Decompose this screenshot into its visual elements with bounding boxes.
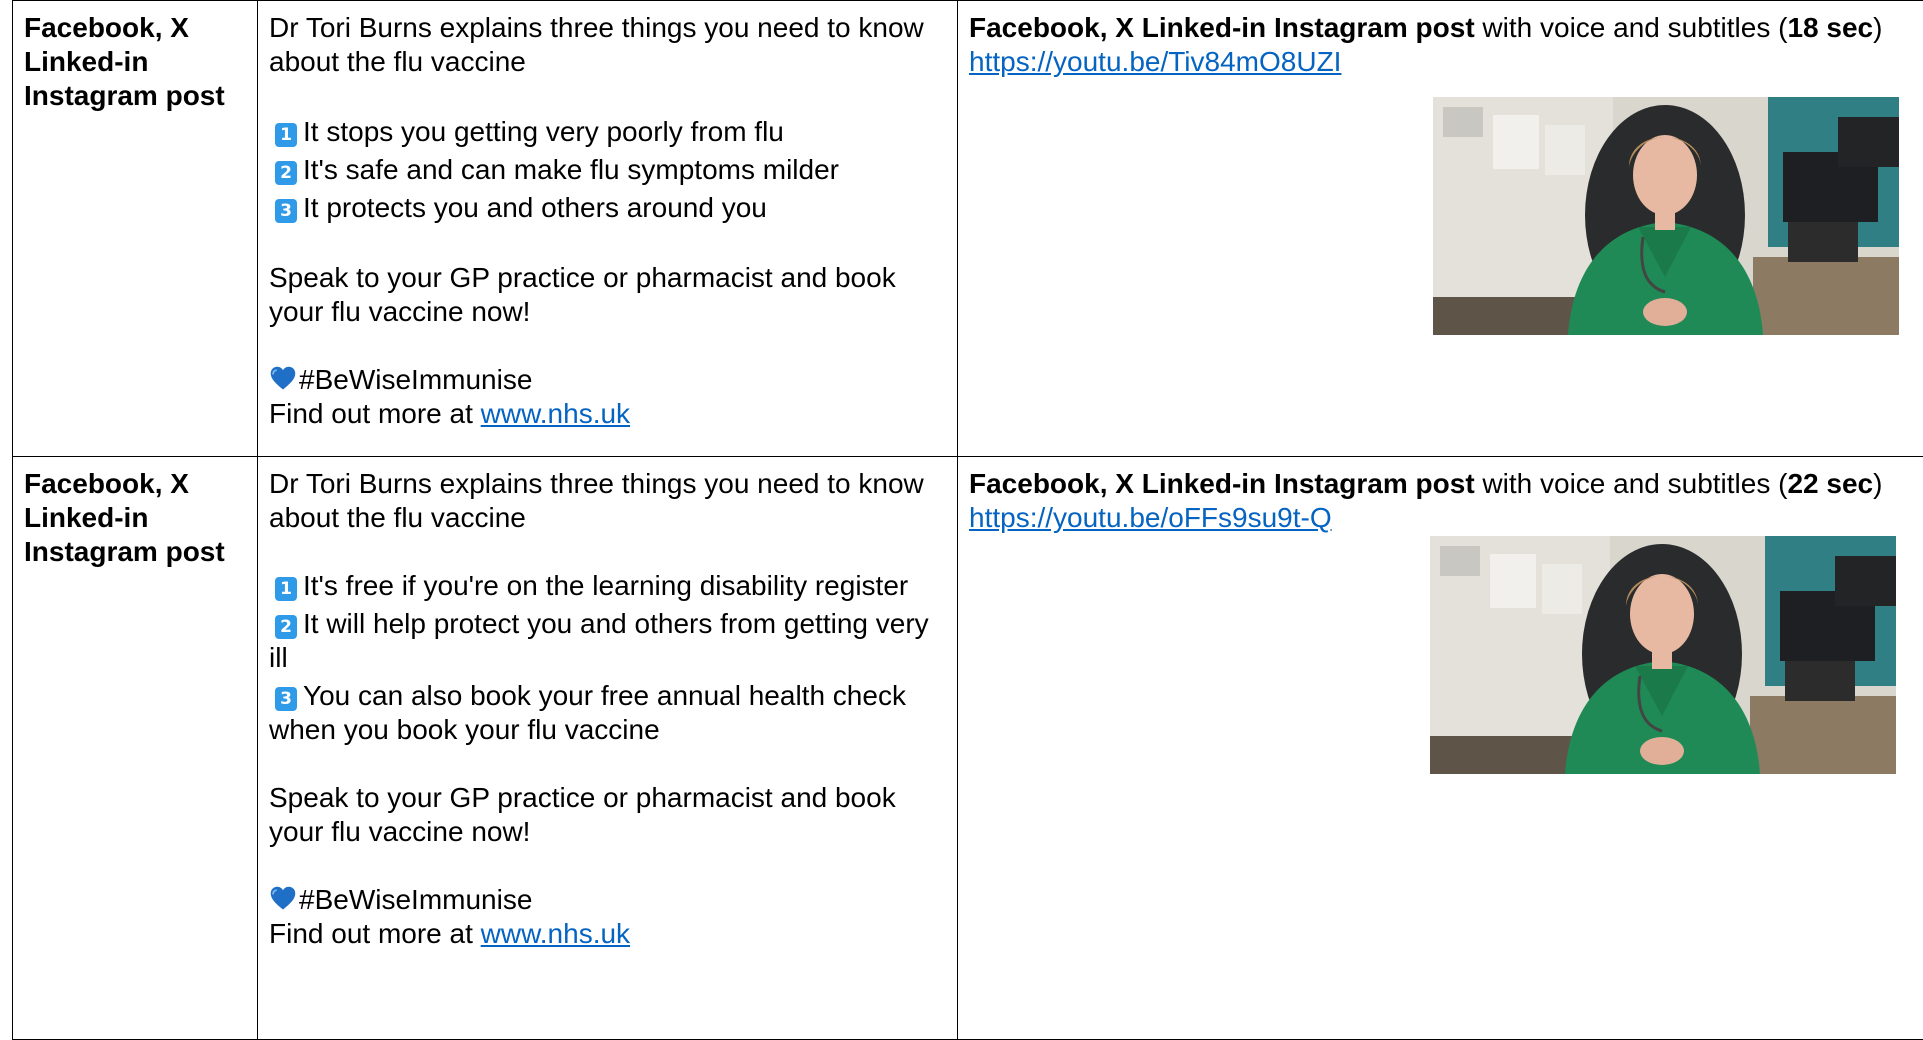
asset-title-rest: with voice and subtitles ( bbox=[1475, 468, 1788, 499]
list-item-text: It's safe and can make flu symptoms mild… bbox=[303, 154, 839, 185]
video-thumbnail[interactable] bbox=[1433, 97, 1899, 335]
list-item: 2It will help protect you and others fro… bbox=[269, 607, 946, 675]
asset-title-rest: with voice and subtitles ( bbox=[1475, 12, 1788, 43]
find-out-more-label: Find out more at bbox=[269, 398, 481, 429]
content-table: Facebook, X Linked-in Instagram post Dr … bbox=[12, 0, 1923, 1040]
post-copy-cell: Dr Tori Burns explains three things you … bbox=[258, 1, 958, 457]
nhs-link[interactable]: www.nhs.uk bbox=[481, 918, 630, 949]
asset-description: Facebook, X Linked-in Instagram post wit… bbox=[969, 11, 1912, 79]
asset-description: Facebook, X Linked-in Instagram post wit… bbox=[969, 467, 1912, 501]
post-copy-cell: Dr Tori Burns explains three things you … bbox=[258, 457, 958, 1040]
post-intro: Dr Tori Burns explains three things you … bbox=[269, 11, 946, 79]
platform-label: Facebook, X Linked-in Instagram post bbox=[24, 467, 246, 569]
youtube-link[interactable]: https://youtu.be/Tiv84mO8UZI bbox=[969, 46, 1341, 77]
hashtag-line: #BeWiseImmunise bbox=[269, 363, 946, 397]
asset-title: Facebook, X Linked-in Instagram post bbox=[969, 12, 1475, 43]
asset-duration: 22 sec bbox=[1787, 468, 1873, 499]
list-item-text: It will help protect you and others from… bbox=[269, 608, 929, 673]
keycap-number-icon: 2 bbox=[275, 161, 297, 185]
call-to-action: Speak to your GP practice or pharmacist … bbox=[269, 781, 946, 849]
asset-title: Facebook, X Linked-in Instagram post bbox=[969, 468, 1475, 499]
table-row: Facebook, X Linked-in Instagram post Dr … bbox=[13, 1, 1923, 457]
list-item-text: It stops you getting very poorly from fl… bbox=[303, 116, 784, 147]
list-item: 2It's safe and can make flu symptoms mil… bbox=[269, 151, 946, 189]
asset-cell: Facebook, X Linked-in Instagram post wit… bbox=[958, 1, 1923, 457]
nhs-link[interactable]: www.nhs.uk bbox=[481, 398, 630, 429]
platform-label: Facebook, X Linked-in Instagram post bbox=[24, 11, 246, 113]
keycap-number-icon: 1 bbox=[275, 577, 297, 601]
hashtag: #BeWiseImmunise bbox=[299, 364, 532, 395]
keycap-number-icon: 2 bbox=[275, 615, 297, 639]
asset-duration: 18 sec bbox=[1787, 12, 1873, 43]
call-to-action: Speak to your GP practice or pharmacist … bbox=[269, 261, 946, 329]
video-thumbnail[interactable] bbox=[1430, 536, 1896, 774]
doctor-video-frame bbox=[1430, 536, 1896, 774]
find-out-more-label: Find out more at bbox=[269, 918, 481, 949]
post-intro: Dr Tori Burns explains three things you … bbox=[269, 467, 946, 535]
list-item: 3You can also book your free annual heal… bbox=[269, 679, 946, 747]
find-out-more: Find out more at www.nhs.uk bbox=[269, 397, 946, 431]
asset-close-paren: ) bbox=[1873, 12, 1882, 43]
asset-close-paren: ) bbox=[1873, 468, 1882, 499]
youtube-link[interactable]: https://youtu.be/oFFs9su9t-Q bbox=[969, 502, 1332, 533]
list-item: 1It's free if you're on the learning dis… bbox=[269, 569, 946, 603]
keycap-number-icon: 1 bbox=[275, 123, 297, 147]
hashtag-line: #BeWiseImmunise bbox=[269, 883, 946, 917]
find-out-more: Find out more at www.nhs.uk bbox=[269, 917, 946, 951]
list-item: 3It protects you and others around you bbox=[269, 189, 946, 227]
list-item-text: It protects you and others around you bbox=[303, 192, 767, 223]
blue-heart-icon bbox=[269, 365, 297, 393]
platform-cell: Facebook, X Linked-in Instagram post bbox=[13, 1, 258, 457]
keycap-number-icon: 3 bbox=[275, 687, 297, 711]
list-item-text: You can also book your free annual healt… bbox=[269, 680, 906, 745]
keycap-number-icon: 3 bbox=[275, 199, 297, 223]
hashtag: #BeWiseImmunise bbox=[299, 884, 532, 915]
list-item: 1It stops you getting very poorly from f… bbox=[269, 113, 946, 151]
list-item-text: It's free if you're on the learning disa… bbox=[303, 570, 908, 601]
platform-cell: Facebook, X Linked-in Instagram post bbox=[13, 457, 258, 1040]
blue-heart-icon bbox=[269, 885, 297, 913]
doctor-video-frame bbox=[1433, 97, 1899, 335]
